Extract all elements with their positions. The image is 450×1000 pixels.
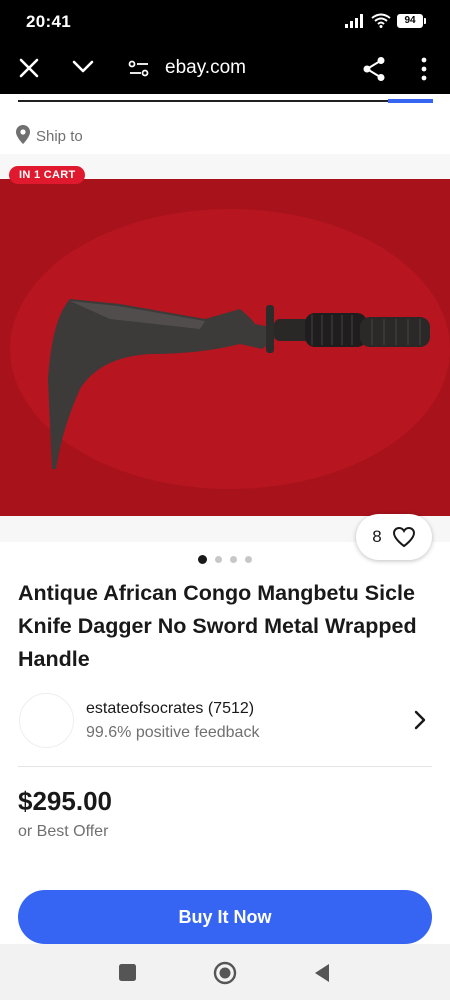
- search-button-edge[interactable]: [388, 99, 433, 103]
- pagination-dot[interactable]: [230, 556, 237, 563]
- ship-to-row[interactable]: Ship to: [0, 118, 450, 154]
- status-bar: 20:41 94: [0, 0, 450, 44]
- pagination-dot-active[interactable]: [198, 555, 207, 564]
- in-cart-badge: IN 1 CART: [9, 166, 86, 184]
- url-text[interactable]: ebay.com: [165, 57, 246, 79]
- price: $295.00: [18, 786, 112, 816]
- close-icon[interactable]: [18, 56, 40, 80]
- seller-feedback: 99.6% positive feedback: [86, 724, 260, 741]
- system-nav-bar: [0, 944, 450, 1000]
- chevron-down-icon[interactable]: [72, 60, 94, 74]
- buy-it-now-button[interactable]: Buy It Now: [18, 890, 432, 944]
- location-pin-icon: [16, 125, 30, 144]
- recent-apps-icon[interactable]: [119, 964, 136, 981]
- seller-avatar: [19, 693, 74, 748]
- gallery-pagination: [0, 555, 450, 564]
- watch-count: 8: [372, 527, 382, 546]
- home-icon[interactable]: [213, 961, 237, 985]
- heart-icon: [392, 526, 415, 548]
- search-input-edge[interactable]: [18, 100, 388, 102]
- image-gallery[interactable]: IN 1 CART 8: [0, 154, 450, 560]
- divider: [18, 766, 432, 767]
- signal-icon: [345, 13, 363, 28]
- ship-to-label: Ship to: [36, 128, 83, 145]
- search-bar-edge: [0, 94, 450, 112]
- pagination-dot[interactable]: [215, 556, 222, 563]
- listing-title: Antique African Congo Mangbetu Sicle Kni…: [18, 581, 417, 671]
- share-icon[interactable]: [362, 56, 386, 82]
- watch-button[interactable]: 8: [356, 514, 432, 560]
- browser-toolbar: ebay.com: [0, 44, 450, 94]
- chevron-right-icon: [414, 710, 426, 730]
- site-settings-icon[interactable]: [128, 60, 150, 78]
- status-time: 20:41: [26, 12, 71, 31]
- battery-icon: 94: [397, 13, 426, 28]
- seller-name: estateofsocrates (7512): [86, 700, 255, 717]
- more-vert-icon[interactable]: [420, 56, 428, 82]
- status-icons: 94: [345, 13, 426, 28]
- wifi-icon: [371, 13, 391, 28]
- pagination-dot[interactable]: [245, 556, 252, 563]
- battery-level: 94: [404, 15, 416, 26]
- back-icon[interactable]: [313, 963, 331, 983]
- product-photo[interactable]: [0, 179, 450, 516]
- best-offer-label: or Best Offer: [18, 823, 109, 840]
- seller-card[interactable]: estateofsocrates (7512) 99.6% positive f…: [0, 690, 450, 752]
